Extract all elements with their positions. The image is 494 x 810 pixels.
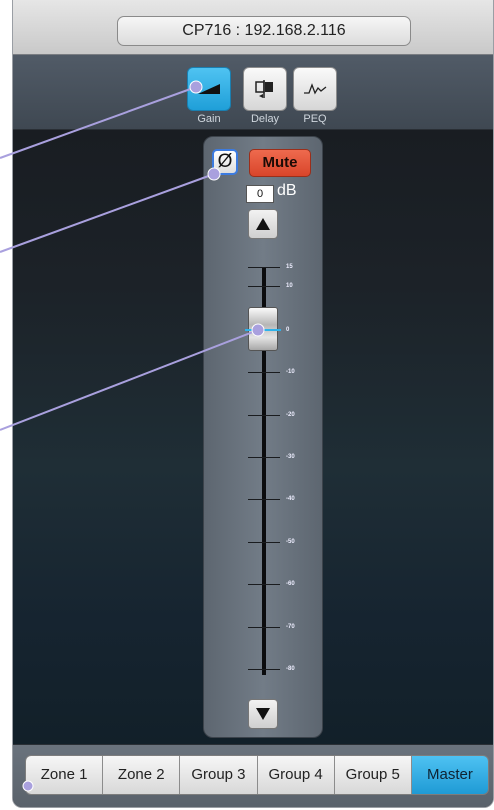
- scale-label: -20: [286, 412, 295, 418]
- app-window: CP716 : 192.168.2.116 Gain Delay PEQ Ø M…: [12, 0, 494, 808]
- scale-label: -80: [286, 666, 295, 672]
- scale-label: -50: [286, 539, 295, 545]
- triangle-up-icon: [256, 218, 270, 230]
- mute-button[interactable]: Mute: [249, 149, 311, 177]
- scale-label: 15: [286, 264, 293, 270]
- channel-area: Ø Mute 0 dB 15 10 0 -10 -20 -30 -40 -50 -60 -70 -8…: [13, 130, 493, 744]
- zone-tab-zone-1[interactable]: Zone 1: [26, 756, 104, 794]
- delay-tool[interactable]: Delay: [243, 67, 287, 125]
- peq-curve-icon: [304, 83, 327, 95]
- phase-invert-button[interactable]: Ø: [212, 149, 238, 175]
- scale-label: -30: [286, 454, 295, 460]
- zone-tab-group-5[interactable]: Group 5: [334, 756, 412, 794]
- zone-tab-master[interactable]: Master: [411, 756, 488, 794]
- scale-tick: [248, 286, 280, 287]
- scale-label: 0: [286, 327, 290, 333]
- gain-up-button[interactable]: [248, 209, 278, 239]
- gain-value-field[interactable]: 0: [246, 185, 274, 203]
- peq-button[interactable]: [293, 67, 337, 111]
- peq-tool[interactable]: PEQ: [293, 67, 337, 125]
- scale-tick: [248, 415, 280, 416]
- fader-knob[interactable]: [245, 307, 281, 351]
- gain-tool-label: Gain: [197, 113, 221, 125]
- scale-tick: [248, 267, 280, 268]
- zone-selector: Zone 1 Zone 2 Group 3 Group 4 Group 5 Master: [25, 755, 489, 795]
- gain-button[interactable]: [187, 67, 231, 111]
- channel-strip: Ø Mute 0 dB 15 10 0 -10 -20 -30 -40 -50 -60 -70 -8…: [203, 136, 323, 738]
- scale-tick: [248, 499, 280, 500]
- gain-down-button[interactable]: [248, 699, 278, 729]
- scale-tick: [248, 584, 280, 585]
- scale-tick: [248, 457, 280, 458]
- scale-tick: [248, 669, 280, 670]
- zone-tab-group-3[interactable]: Group 3: [180, 756, 258, 794]
- zone-bar: Zone 1 Zone 2 Group 3 Group 4 Group 5 Master: [13, 744, 493, 807]
- gain-unit-label: dB: [277, 182, 297, 199]
- toolbar: Gain Delay PEQ: [13, 55, 493, 130]
- scale-label: -40: [286, 496, 295, 502]
- gain-tool[interactable]: Gain: [187, 67, 231, 125]
- triangle-down-icon: [256, 708, 270, 720]
- device-name-field: CP716 : 192.168.2.116: [117, 16, 411, 46]
- scale-tick: [248, 542, 280, 543]
- delay-icon: [255, 80, 273, 98]
- scale-label: -70: [286, 624, 295, 630]
- scale-label: -60: [286, 581, 295, 587]
- scale-tick: [248, 627, 280, 628]
- gain-ramp-icon: [198, 84, 220, 94]
- scale-tick: [248, 372, 280, 373]
- zone-tab-group-4[interactable]: Group 4: [257, 756, 335, 794]
- scale-label: -10: [286, 369, 295, 375]
- delay-button[interactable]: [243, 67, 287, 111]
- fader-level-line: [245, 329, 281, 331]
- scale-label: 10: [286, 283, 293, 289]
- title-bar: CP716 : 192.168.2.116: [13, 0, 493, 55]
- peq-tool-label: PEQ: [303, 113, 327, 125]
- zone-tab-zone-2[interactable]: Zone 2: [103, 756, 181, 794]
- delay-tool-label: Delay: [250, 113, 280, 125]
